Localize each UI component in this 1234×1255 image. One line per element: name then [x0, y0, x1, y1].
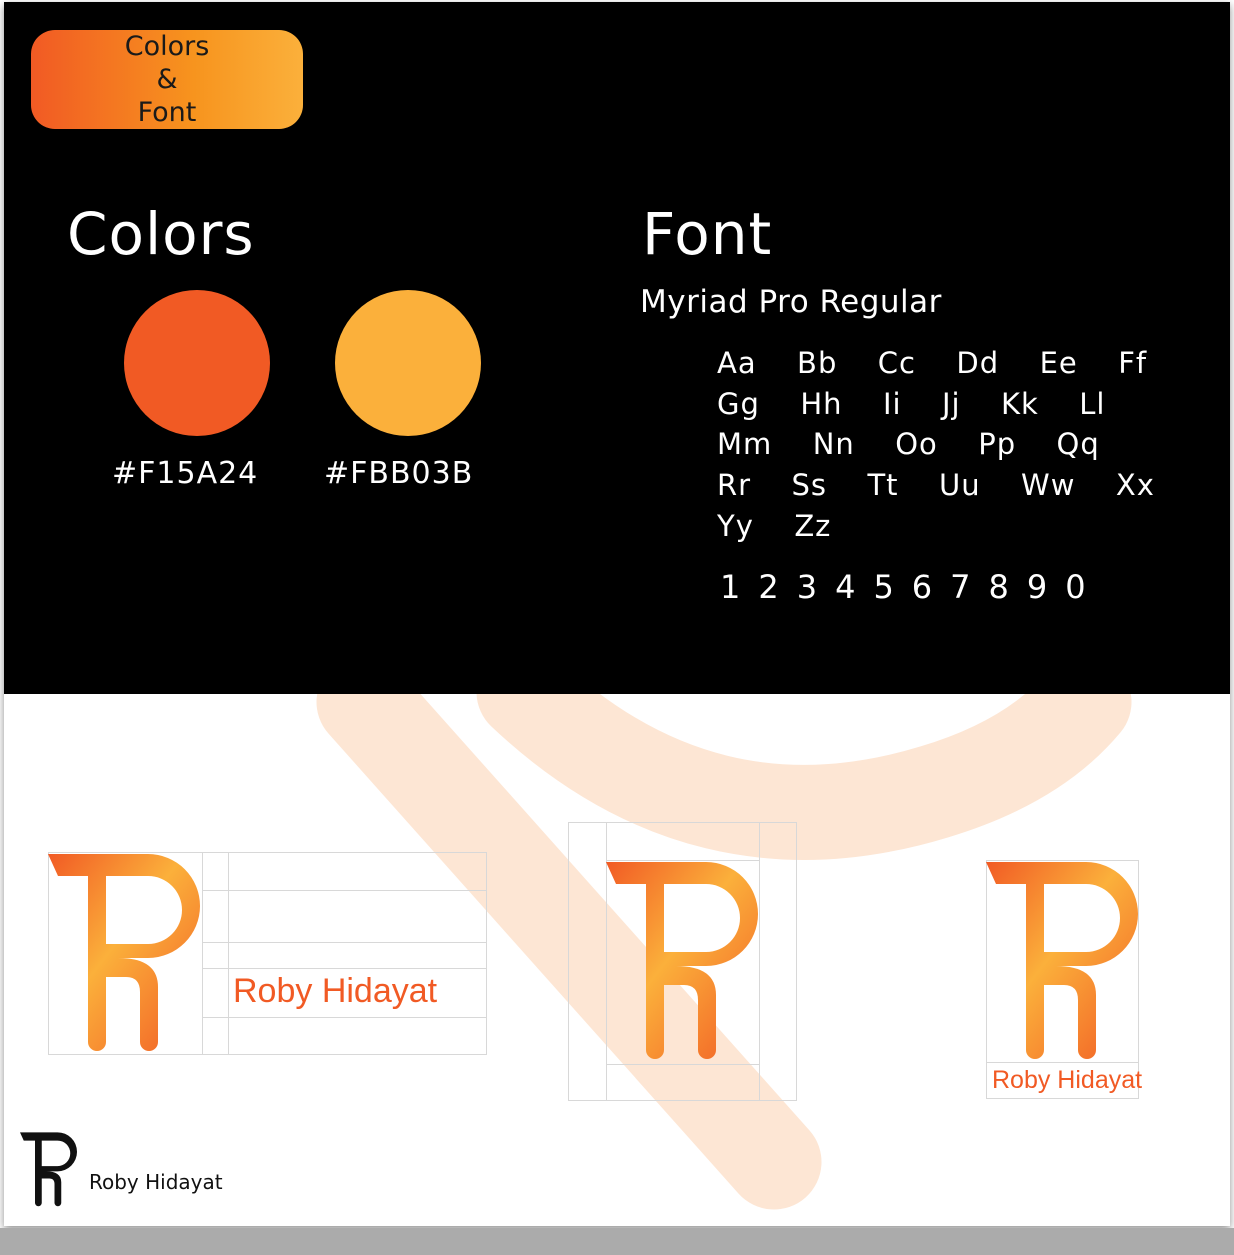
font-heading: Font [642, 200, 773, 268]
brand-sheet: Colors & Font Colors #F15A24 #FBB03B Fon… [4, 2, 1230, 1226]
alphabet-row: Yy Zz [717, 509, 832, 543]
rh-logo-horizontal [48, 854, 200, 1051]
badge-line-3: Font [137, 97, 197, 128]
font-name: Myriad Pro Regular [640, 284, 942, 320]
badge-line-1: Colors [124, 31, 210, 62]
hex-label-primary: #F15A24 [112, 456, 259, 491]
grid-line [986, 1098, 1139, 1099]
grid-line [568, 822, 796, 823]
alphabet-row: Rr Ss Tt Uu Ww Xx [717, 468, 1155, 502]
color-swatch-primary [124, 290, 270, 436]
grid-line [202, 890, 486, 891]
section-badge: Colors & Font [31, 30, 303, 129]
grid-line [202, 942, 486, 943]
alphabet-row: Aa Bb Cc Dd Ee Ff [717, 346, 1148, 380]
logo-wordmark-horizontal: Roby Hidayat [233, 972, 438, 1010]
logo-wordmark-stacked: Roby Hidayat [992, 1066, 1143, 1094]
grid-line [568, 822, 569, 1101]
grid-line [228, 852, 229, 1055]
color-swatch-secondary [335, 290, 481, 436]
rh-logo-stacked [986, 862, 1138, 1059]
logo-wordmark-mono: Roby Hidayat [89, 1170, 223, 1194]
rh-logo-icon [606, 862, 758, 1059]
digits-row: 1234567890 [720, 568, 1104, 606]
bottom-bar [0, 1228, 1234, 1255]
grid-line [568, 1100, 796, 1101]
alphabet-row: Gg Hh Ii Jj Kk Ll [717, 387, 1106, 421]
hex-label-secondary: #FBB03B [324, 456, 474, 491]
rh-logo-mono [20, 1132, 77, 1207]
badge-line-2: & [156, 64, 178, 95]
alphabet-row: Mm Nn Oo Pp Qq [717, 427, 1100, 461]
colors-font-panel: Colors & Font Colors #F15A24 #FBB03B Fon… [4, 2, 1230, 694]
grid-line [202, 968, 486, 969]
grid-line [796, 822, 797, 1101]
grid-line [486, 852, 487, 1055]
colors-heading: Colors [67, 200, 255, 268]
grid-line [202, 1017, 486, 1018]
